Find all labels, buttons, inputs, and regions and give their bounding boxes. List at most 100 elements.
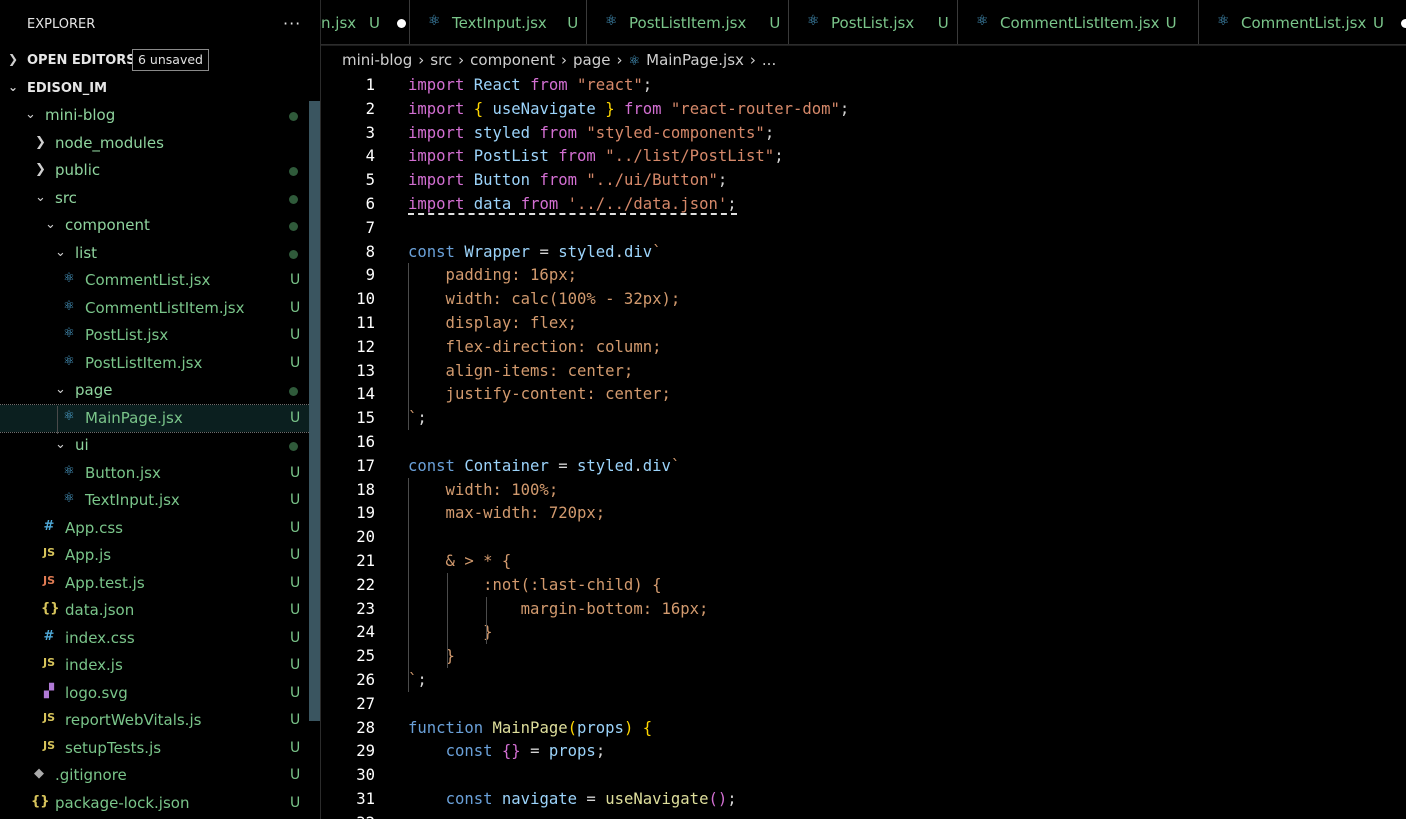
code-line[interactable]: 23 margin-bottom: 16px;: [321, 597, 1406, 621]
breadcrumb-item[interactable]: src: [430, 51, 452, 69]
workspace-section[interactable]: ⌄ EDISON_IM: [0, 76, 320, 102]
explorer-sidebar: EXPLORER ··· ❯ OPEN EDITORS 6 unsaved ⌄ …: [0, 0, 321, 819]
code-line[interactable]: 8 const Wrapper = styled.div`: [321, 240, 1406, 264]
breadcrumb-item[interactable]: page: [573, 51, 610, 69]
folder-item[interactable]: ❯ node_modules: [0, 130, 320, 157]
file-item[interactable]: JS setupTests.js U: [0, 735, 320, 762]
code-line[interactable]: 9 padding: 16px;: [321, 263, 1406, 287]
more-actions-icon[interactable]: ···: [283, 14, 301, 33]
file-item[interactable]: # App.css U: [0, 515, 320, 542]
file-item[interactable]: JS reportWebVitals.js U: [0, 707, 320, 734]
code-text: align-items: center;: [408, 361, 634, 380]
json-file-icon: {}: [31, 793, 50, 809]
code-line[interactable]: 6 import data from '../../data.json';: [321, 192, 1406, 216]
unsaved-dot-icon[interactable]: [1401, 19, 1406, 28]
file-item[interactable]: ◆ .gitignore U: [0, 762, 320, 789]
tree-item-label: PostListItem.jsx: [85, 353, 203, 372]
file-item[interactable]: {} package-lock.json U: [0, 790, 320, 817]
folder-item[interactable]: ⌄ page: [0, 377, 320, 404]
explorer-title: EXPLORER: [27, 17, 96, 32]
file-item[interactable]: JS App.test.js U: [0, 570, 320, 597]
code-line[interactable]: 5 import Button from "../ui/Button";: [321, 168, 1406, 192]
indent-guide: [408, 477, 409, 692]
code-text: const Container = styled.div`: [408, 456, 681, 475]
breadcrumb-item[interactable]: ...: [762, 51, 776, 69]
editor-tab[interactable]: ⚛ PostListItem.jsx U: [586, 0, 789, 44]
folder-item[interactable]: ⌄ src: [0, 185, 320, 212]
code-line[interactable]: 29 const {} = props;: [321, 739, 1406, 763]
git-status-badge: U: [290, 547, 301, 563]
chevron-right-icon: ❯: [35, 134, 46, 150]
tab-label: TextInput.jsx: [452, 14, 547, 32]
file-item[interactable]: ⚛ PostList.jsx U: [0, 322, 320, 349]
folder-item[interactable]: ⌄ component: [0, 212, 320, 239]
file-item[interactable]: ⚛ PostListItem.jsx U: [0, 350, 320, 377]
git-status-badge: U: [290, 602, 301, 618]
breadcrumb-item[interactable]: component: [470, 51, 555, 69]
tree-item-label: App.js: [65, 546, 112, 564]
breadcrumb-item[interactable]: MainPage.jsx: [646, 51, 744, 69]
file-item[interactable]: ⚛ Button.jsx U: [0, 460, 320, 487]
git-status-badge: U: [290, 794, 301, 811]
code-line[interactable]: 22 :not(:last-child) {: [321, 573, 1406, 597]
tree-item-label: logo.svg: [65, 683, 128, 702]
code-line[interactable]: 30: [321, 763, 1406, 787]
breadcrumb-item[interactable]: mini-blog: [342, 51, 412, 69]
code-line[interactable]: 16: [321, 430, 1406, 454]
code-line[interactable]: 13 align-items: center;: [321, 359, 1406, 383]
file-item[interactable]: ⚛ CommentList.jsx U: [0, 267, 320, 294]
file-item[interactable]: {} data.json U: [0, 597, 320, 624]
file-item[interactable]: ▞ logo.svg U: [0, 680, 320, 707]
code-line[interactable]: 12 flex-direction: column;: [321, 335, 1406, 359]
open-editors-section[interactable]: ❯ OPEN EDITORS 6 unsaved: [0, 48, 320, 74]
folder-item[interactable]: ❯ public: [0, 157, 320, 184]
tab-label: n.jsx: [321, 14, 357, 32]
code-line[interactable]: 27: [321, 692, 1406, 716]
file-item[interactable]: ⚛ CommentListItem.jsx U: [0, 295, 320, 322]
tab-git-status: U: [369, 14, 380, 32]
editor-tab[interactable]: n.jsx U: [321, 0, 410, 44]
breadcrumb-separator-icon: ›: [616, 51, 623, 69]
folder-item[interactable]: ⌄ mini-blog: [0, 102, 320, 129]
folder-item[interactable]: ⌄ ui: [0, 432, 320, 459]
tab-git-status: U: [1373, 14, 1384, 32]
code-line[interactable]: 2 import { useNavigate } from "react-rout…: [321, 97, 1406, 121]
tree-item-label: CommentListItem.jsx: [85, 298, 245, 317]
code-line[interactable]: 25 }: [321, 644, 1406, 668]
editor-tab[interactable]: ⚛ CommentList.jsx U: [1198, 0, 1406, 44]
code-line[interactable]: 10 width: calc(100% - 32px);: [321, 287, 1406, 311]
code-editor[interactable]: 1 import React from "react"; 2 import { use…: [321, 72, 1406, 819]
editor-tab[interactable]: ⚛ CommentListItem.jsx U: [957, 0, 1199, 44]
unsaved-dot-icon[interactable]: [397, 19, 406, 28]
git-file-icon: ◆: [34, 766, 44, 781]
code-line[interactable]: 32: [321, 811, 1406, 819]
code-line[interactable]: 24 }: [321, 620, 1406, 644]
code-line[interactable]: 19 max-width: 720px;: [321, 501, 1406, 525]
code-line[interactable]: 4 import PostList from "../list/PostList"…: [321, 144, 1406, 168]
code-line[interactable]: 17 const Container = styled.div`: [321, 454, 1406, 478]
code-line[interactable]: 31 const navigate = useNavigate();: [321, 787, 1406, 811]
code-line[interactable]: 20: [321, 525, 1406, 549]
code-line[interactable]: 7: [321, 216, 1406, 240]
code-line[interactable]: 15 `;: [321, 406, 1406, 430]
file-item[interactable]: ⚛ TextInput.jsx U: [0, 487, 320, 514]
code-line[interactable]: 21 & > * {: [321, 549, 1406, 573]
code-line[interactable]: 1 import React from "react";: [321, 73, 1406, 97]
editor-tab[interactable]: ⚛ PostList.jsx U: [788, 0, 958, 44]
code-line[interactable]: 26 `;: [321, 668, 1406, 692]
chevron-down-icon: ⌄: [35, 189, 46, 205]
editor-tab[interactable]: ⚛ TextInput.jsx U: [409, 0, 587, 44]
open-editors-label: OPEN EDITORS: [27, 53, 136, 68]
code-line[interactable]: 18 width: 100%;: [321, 478, 1406, 502]
file-item[interactable]: JS index.js U: [0, 652, 320, 679]
code-line[interactable]: 14 justify-content: center;: [321, 382, 1406, 406]
file-item[interactable]: ⚛ MainPage.jsx U: [0, 403, 320, 433]
code-line[interactable]: 28 function MainPage(props) {: [321, 716, 1406, 740]
sidebar-scrollbar[interactable]: [309, 101, 320, 721]
modified-dot: [289, 112, 298, 121]
file-item[interactable]: JS App.js U: [0, 542, 320, 569]
file-item[interactable]: # index.css U: [0, 625, 320, 652]
folder-item[interactable]: ⌄ list: [0, 240, 320, 267]
code-line[interactable]: 3 import styled from "styled-components";: [321, 121, 1406, 145]
code-line[interactable]: 11 display: flex;: [321, 311, 1406, 335]
